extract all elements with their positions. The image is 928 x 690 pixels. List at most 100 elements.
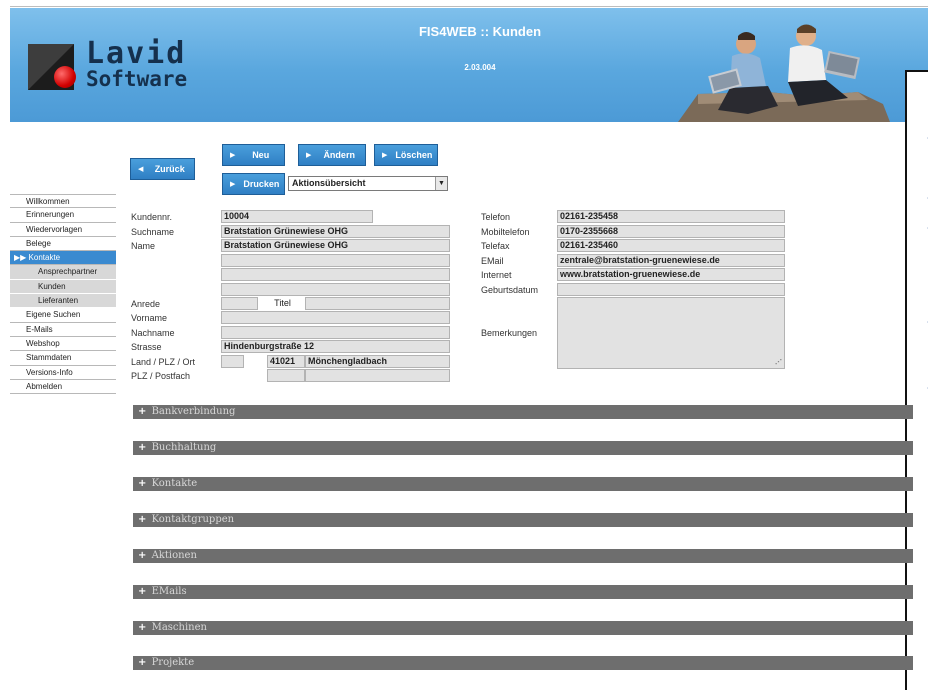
section-label: Maschinen xyxy=(151,622,207,633)
page-title: FIS4WEB :: Kunden xyxy=(418,24,542,39)
app-header: Lavid Software FIS4WEB :: Kunden 2.03.00… xyxy=(10,8,928,122)
name-field-1[interactable]: Bratstation Grünewiese OHG xyxy=(221,239,450,252)
street-field[interactable]: Hindenburgstraße 12 xyxy=(221,340,450,353)
header-photo-two-men-laptops xyxy=(678,24,890,122)
sidebar-item-abmelden[interactable]: Abmelden xyxy=(10,379,116,395)
sidebar-item-willkommen[interactable]: Willkommen xyxy=(10,194,116,209)
pobox-field[interactable] xyxy=(305,369,450,382)
plus-icon: + xyxy=(138,514,147,525)
section-label: Bankverbindung xyxy=(151,406,236,417)
plus-icon: + xyxy=(138,622,147,633)
plus-icon: + xyxy=(138,442,147,453)
plus-icon: + xyxy=(138,478,147,489)
pobox-zip-field[interactable] xyxy=(267,369,305,382)
label-phone: Telefon xyxy=(481,212,511,222)
double-chevron-right-icon: ▶▶ xyxy=(14,253,27,263)
print-report-select[interactable]: Aktionsübersicht ▼ xyxy=(288,176,448,191)
logo-text-software: Software xyxy=(86,67,188,91)
label-mobile: Mobiltelefon xyxy=(481,227,530,237)
country-field[interactable] xyxy=(221,355,244,368)
section-maschinen[interactable]: + Maschinen xyxy=(133,621,913,635)
label-remarks: Bemerkungen xyxy=(481,328,538,338)
first-name-field[interactable] xyxy=(221,311,450,324)
last-name-field[interactable] xyxy=(221,326,450,339)
version-label: 2.03.004 xyxy=(464,63,496,72)
customer-no-field[interactable]: 10004 xyxy=(221,210,373,223)
new-button-label: Neu xyxy=(252,150,270,160)
label-fax: Telefax xyxy=(481,241,510,251)
label-salutation: Anrede xyxy=(131,299,161,309)
internet-field[interactable]: www.bratstation-gruenewiese.de xyxy=(557,268,785,281)
plus-icon: + xyxy=(138,586,147,597)
section-label: Kontaktgruppen xyxy=(151,514,235,525)
section-aktionen[interactable]: + Aktionen xyxy=(133,549,913,563)
name-field-4[interactable] xyxy=(221,283,450,296)
top-divider xyxy=(10,6,928,7)
delete-button[interactable]: ▶ Löschen xyxy=(374,144,438,166)
plus-icon: + xyxy=(138,406,147,417)
name-field-2[interactable] xyxy=(221,254,450,267)
edit-button[interactable]: ▶ Ändern xyxy=(298,144,366,166)
title-field[interactable] xyxy=(305,297,450,310)
label-email: EMail xyxy=(481,256,504,266)
sidebar-item-wiedervorlagen[interactable]: Wiedervorlagen xyxy=(10,222,116,237)
salutation-field[interactable] xyxy=(221,297,258,310)
sidebar-item-ansprechpartner[interactable]: Ansprechpartner xyxy=(10,265,116,280)
sidebar-item-e-mails[interactable]: E-Mails xyxy=(10,322,116,337)
label-country-zip-city: Land / PLZ / Ort xyxy=(131,357,196,367)
label-zip-pobox: PLZ / Postfach xyxy=(131,371,191,381)
resize-handle-icon[interactable]: ⋰ xyxy=(775,357,782,368)
sidebar-item-belege[interactable]: Belege xyxy=(10,236,116,252)
back-button[interactable]: ◀ Zurück xyxy=(130,158,195,180)
print-button-label: Drucken xyxy=(243,179,280,189)
section-projekte[interactable]: + Projekte xyxy=(133,656,913,670)
triangle-right-icon: ▶ xyxy=(382,152,388,159)
sidebar-item-erinnerungen[interactable]: Erinnerungen xyxy=(10,208,116,223)
label-street: Strasse xyxy=(131,342,162,352)
section-bankverbindung[interactable]: + Bankverbindung xyxy=(133,405,913,419)
triangle-right-icon: ▶ xyxy=(306,152,312,159)
remarks-textarea[interactable]: ⋰ xyxy=(557,297,785,369)
label-internet: Internet xyxy=(481,270,512,280)
sidebar-item-kontakte[interactable]: ▶▶ Kontakte xyxy=(10,251,116,266)
sidebar-item-label: Kontakte xyxy=(28,253,61,263)
section-emails[interactable]: + EMails xyxy=(133,585,913,599)
email-field[interactable]: zentrale@bratstation-gruenewiese.de xyxy=(557,254,785,267)
sidebar-item-eigene-suchen[interactable]: Eigene Suchen xyxy=(10,308,116,323)
sidebar-item-versions-info[interactable]: Versions-Info xyxy=(10,365,116,380)
lavid-logo: Lavid Software xyxy=(28,36,218,96)
print-button[interactable]: ▶ Drucken xyxy=(222,173,285,195)
sidebar-item-stammdaten[interactable]: Stammdaten xyxy=(10,351,116,366)
back-button-label: Zurück xyxy=(154,164,185,174)
search-name-field[interactable]: Bratstation Grünewiese OHG xyxy=(221,225,450,238)
label-customer-no: Kundennr. xyxy=(131,212,173,222)
section-kontaktgruppen[interactable]: + Kontaktgruppen xyxy=(133,513,913,527)
section-label: EMails xyxy=(151,586,187,597)
label-search-name: Suchname xyxy=(131,227,175,237)
label-title: Titel xyxy=(258,297,305,310)
section-label: Kontakte xyxy=(151,478,198,489)
phone-field[interactable]: 02161-235458 xyxy=(557,210,785,223)
plus-icon: + xyxy=(138,657,147,668)
edit-button-label: Ändern xyxy=(323,150,355,160)
mobile-field[interactable]: 0170-2355668 xyxy=(557,225,785,238)
new-button[interactable]: ▶ Neu xyxy=(222,144,285,166)
sidebar-item-webshop[interactable]: Webshop xyxy=(10,336,116,352)
birthday-field[interactable] xyxy=(557,283,785,296)
section-label: Buchhaltung xyxy=(151,442,217,453)
print-report-select-value: Aktionsübersicht xyxy=(292,178,366,188)
city-field[interactable]: Mönchengladbach xyxy=(305,355,450,368)
triangle-down-icon[interactable]: ▼ xyxy=(435,177,447,190)
section-kontakte[interactable]: + Kontakte xyxy=(133,477,913,491)
label-last-name: Nachname xyxy=(131,328,175,338)
sidebar-item-kunden[interactable]: Kunden xyxy=(10,279,116,295)
section-label: Aktionen xyxy=(151,550,197,561)
fax-field[interactable]: 02161-235460 xyxy=(557,239,785,252)
name-field-3[interactable] xyxy=(221,268,450,281)
section-buchhaltung[interactable]: + Buchhaltung xyxy=(133,441,913,455)
triangle-right-icon: ▶ xyxy=(230,181,236,188)
triangle-right-icon: ▶ xyxy=(230,152,236,159)
sidebar-item-lieferanten[interactable]: Lieferanten xyxy=(10,294,116,309)
zip-field[interactable]: 41021 xyxy=(267,355,305,368)
delete-button-label: Löschen xyxy=(395,150,433,160)
